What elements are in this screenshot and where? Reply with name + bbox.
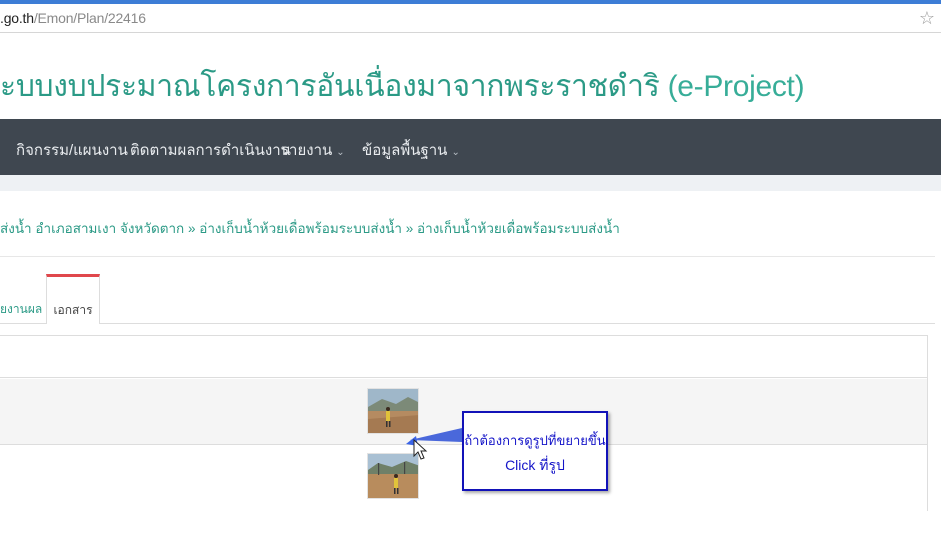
star-icon[interactable]: ☆ <box>919 8 935 29</box>
tabs-baseline <box>0 323 935 324</box>
title-suffix: (e-Project) <box>667 70 805 103</box>
url-path: /Emon/Plan/22416 <box>33 10 146 26</box>
callout-line2: Click ที่รูป <box>505 457 565 473</box>
callout-line1: ถ้าต้องการดูรูปที่ขยายขึ้น <box>464 433 606 448</box>
site-header: ะบบงบประมาณโครงการอันเนื่องมาจากพระราชดำ… <box>0 33 941 119</box>
page-title: ะบบงบประมาณโครงการอันเนื่องมาจากพระราชดำ… <box>0 63 805 110</box>
main-navbar: กิจกรรม/แผนงาน ติดตามผลการดำเนินงาน รายง… <box>0 119 941 175</box>
nav-item-activities[interactable]: กิจกรรม/แผนงาน <box>16 138 128 162</box>
nav-item-label: ข้อมูลพื้นฐาน <box>362 142 448 159</box>
nav-item-monitoring[interactable]: ติดตามผลการดำเนินงาน <box>130 138 291 162</box>
tab-report[interactable]: ยงานผล <box>0 300 42 319</box>
title-thai: ะบบงบประมาณโครงการอันเนื่องมาจากพระราชดำ… <box>0 70 660 103</box>
nav-item-label: กิจกรรม/แผนงาน <box>16 142 128 159</box>
chevron-down-icon: ⌄ <box>451 147 460 158</box>
breadcrumb-divider <box>0 256 935 257</box>
chevron-down-icon: ⌄ <box>336 147 345 158</box>
tab-documents[interactable]: เอกสาร <box>46 274 100 324</box>
callout-pointer <box>406 428 462 460</box>
address-bar[interactable]: .go.th/Emon/Plan/22416 ☆ <box>0 4 941 33</box>
nav-shadow-strip <box>0 175 941 191</box>
instruction-callout: ถ้าต้องการดูรูปที่ขยายขึ้น Click ที่รูป <box>462 411 608 491</box>
url-domain: .go.th <box>0 10 34 26</box>
nav-item-label: ติดตามผลการดำเนินงาน <box>130 142 291 159</box>
nav-item-reports[interactable]: รายงาน ⌄ <box>281 138 345 162</box>
breadcrumb[interactable]: ส่งน้ำ อำเภอสามเงา จังหวัดตาก » อ่างเก็บ… <box>0 217 620 239</box>
table-header-row <box>0 336 927 378</box>
tab-documents-label: เอกสาร <box>53 303 93 317</box>
nav-item-label: รายงาน <box>281 142 333 159</box>
nav-item-basic-data[interactable]: ข้อมูลพื้นฐาน ⌄ <box>362 138 460 162</box>
url-text[interactable]: .go.th/Emon/Plan/22416 <box>0 10 146 26</box>
